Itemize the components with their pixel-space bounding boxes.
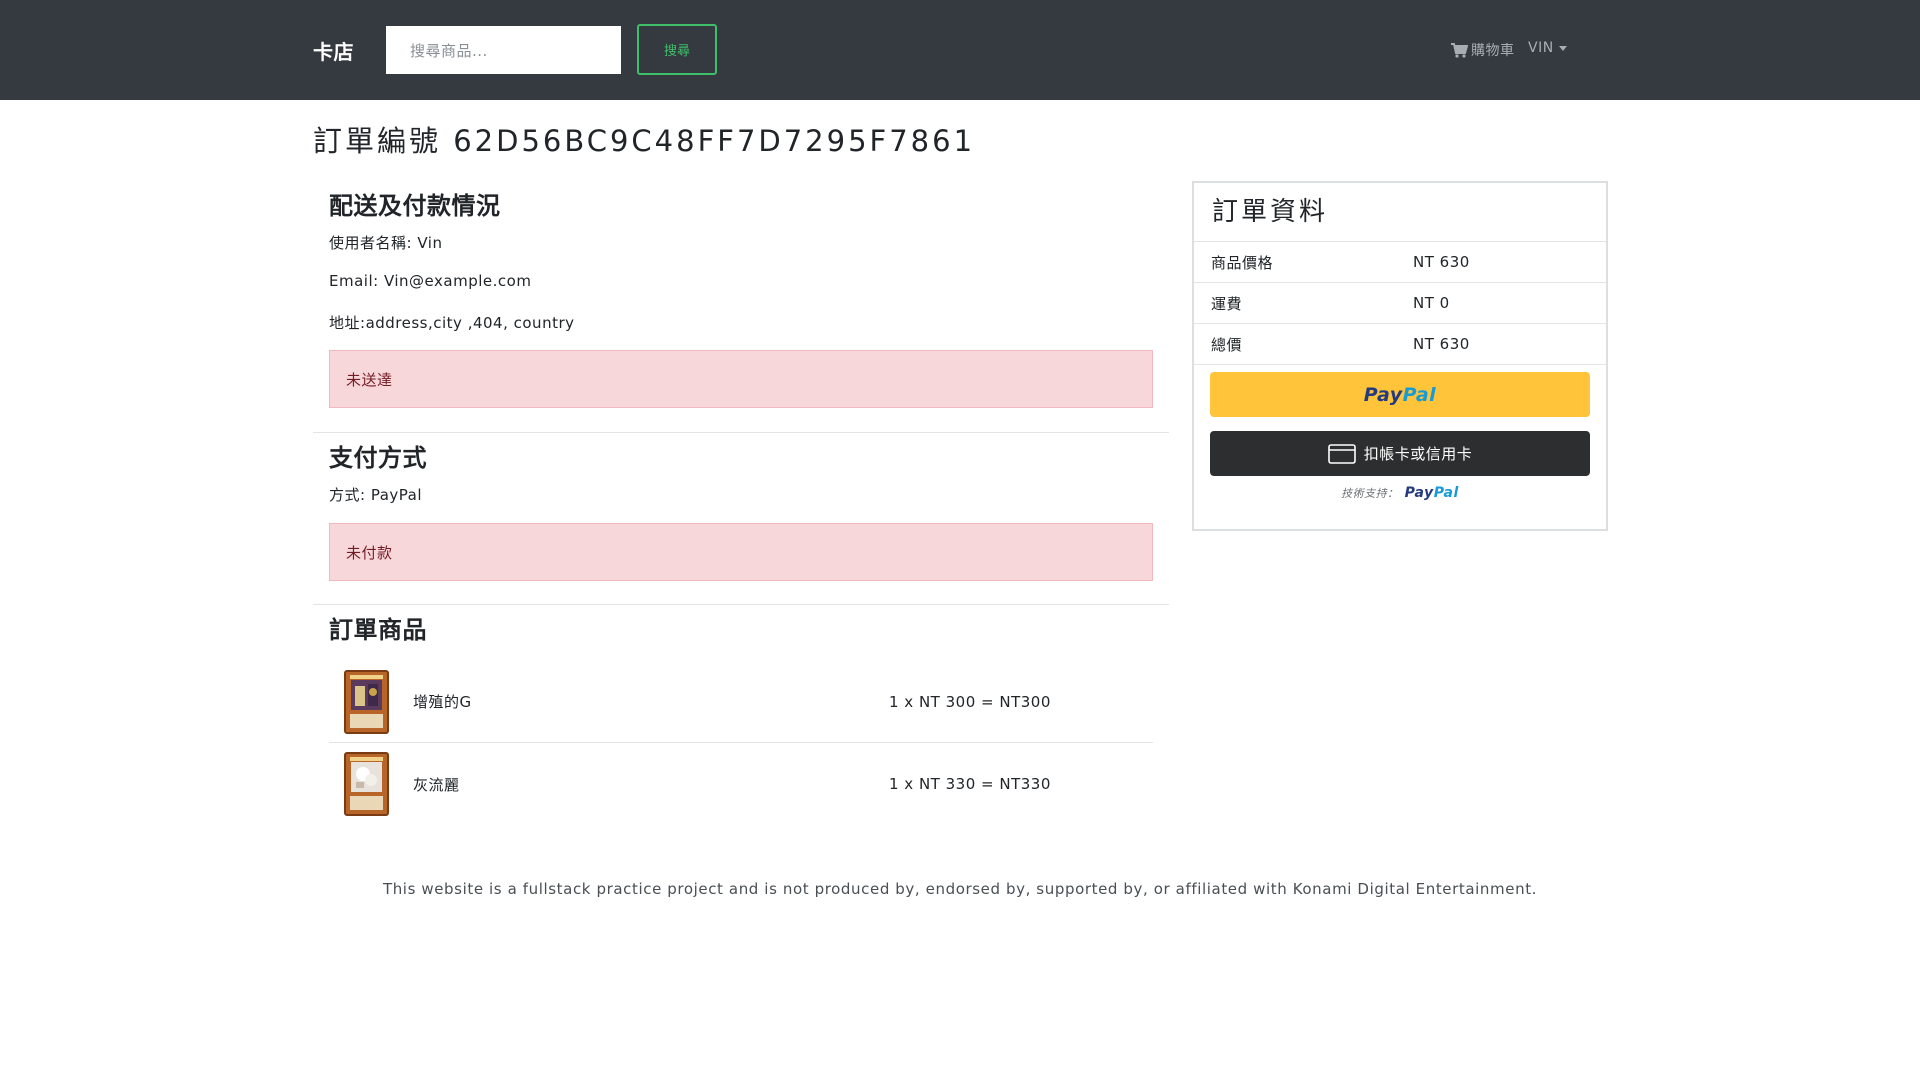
summary-row-total: 總價 NT 630 [1194,323,1606,364]
credit-card-icon [1327,443,1356,464]
payment-method-label: 方式: [329,486,366,504]
address-label: 地址: [329,314,366,332]
card-thumbnail[interactable] [344,752,389,816]
summary-row-subtotal: 商品價格 NT 630 [1194,241,1606,282]
card-button-label: 扣帳卡或信用卡 [1363,445,1473,463]
powered-by-paypal: 技術支持： PayPal [1194,485,1606,501]
search-button[interactable]: 搜尋 [637,24,717,75]
item-name[interactable]: 增殖的G [413,691,889,712]
summary-label: 總價 [1211,335,1243,354]
section-divider [313,604,1169,605]
email-line: Email: Vin@example.com [329,272,531,290]
summary-label: 商品價格 [1211,253,1274,272]
brand-logo[interactable]: 卡店 [313,36,354,65]
powered-by-label: 技術支持： [1341,487,1399,500]
navbar: 卡店 搜尋商品... 搜尋 購物車 VIN [0,0,1920,100]
nav-cart-link[interactable]: 購物車 [1451,40,1515,60]
address-value: address,city ,404, country [365,314,575,332]
paypal-button[interactable]: Pay Pal [1210,372,1590,417]
summary-value: NT 630 [1413,253,1470,271]
item-price: 1 x NT 300 = NT300 [889,692,1051,711]
payment-method-value: PayPal [370,486,423,504]
summary-value: NT 630 [1413,335,1470,353]
user-dropdown[interactable]: VIN [1528,40,1567,56]
email-value: Vin@example.com [383,272,532,290]
payment-status-alert: 未付款 [329,523,1153,581]
debit-credit-card-button[interactable]: 扣帳卡或信用卡 [1210,431,1590,476]
summary-divider [1194,364,1606,365]
list-item: 灰流麗 1 x NT 330 = NT330 [329,743,1153,825]
summary-value: NT 0 [1413,294,1450,312]
page-title: 訂單編號 62D56BC9C48FF7D7295F7861 [313,124,976,158]
order-summary-card: 訂單資料 商品價格 NT 630 運費 NT 0 總價 NT 630 Pay Pa… [1192,181,1608,531]
payment-heading: 支付方式 [329,444,427,472]
order-items-heading: 訂單商品 [329,616,427,644]
powered-logo-pal: Pal [1433,485,1459,501]
address-line: 地址:address,city ,404, country [329,312,575,333]
summary-label: 運費 [1211,294,1243,313]
delivery-status-alert: 未送達 [329,350,1153,408]
section-divider [313,432,1169,433]
footer-disclaimer: This website is a fullstack practice pro… [382,880,1538,898]
powered-logo-pay: Pay [1404,485,1434,501]
username-label: 使用者名稱: [329,234,413,252]
caret-down-icon [1558,45,1567,51]
shipping-heading: 配送及付款情況 [329,192,501,220]
username-line: 使用者名稱: Vin [329,232,442,253]
email-label: Email: [329,272,379,290]
payment-method-line: 方式: PayPal [329,484,422,505]
item-name[interactable]: 灰流麗 [413,774,889,795]
paypal-logo-pal: Pal [1402,383,1437,406]
summary-heading: 訂單資料 [1212,197,1329,227]
paypal-logo-pay: Pay [1363,383,1403,406]
card-thumbnail[interactable] [344,669,389,734]
summary-row-shipping: 運費 NT 0 [1194,282,1606,323]
username-value: Vin [417,234,443,252]
item-price: 1 x NT 330 = NT330 [889,775,1051,793]
cart-icon [1451,42,1468,58]
search-input[interactable]: 搜尋商品... [386,26,621,74]
user-name: VIN [1528,40,1554,56]
cart-label: 購物車 [1471,43,1515,59]
search-placeholder: 搜尋商品... [410,41,488,60]
list-item: 增殖的G 1 x NT 300 = NT300 [329,661,1153,743]
